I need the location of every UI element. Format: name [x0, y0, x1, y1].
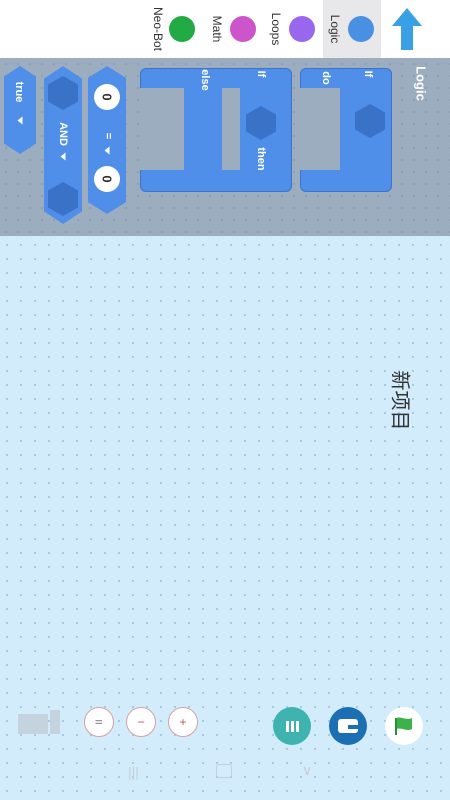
logic-color-dot	[348, 16, 374, 42]
arrow-up-icon	[392, 8, 422, 50]
zoom-out-button[interactable]: −	[126, 707, 156, 737]
else-label: else	[199, 69, 211, 91]
chevron-down-icon	[104, 146, 110, 155]
zoom-out-icon: −	[137, 715, 145, 729]
flyout-title: Logic	[413, 66, 429, 101]
category-neobot[interactable]: Neo-Bot	[146, 0, 204, 58]
connect-button[interactable]	[329, 707, 367, 745]
then-label: then	[255, 147, 267, 171]
if-label: If	[255, 70, 267, 78]
device-list-button[interactable]	[273, 707, 311, 745]
controller-icon	[338, 719, 358, 733]
category-label: Neo-Bot	[151, 6, 165, 52]
zoom-in-button[interactable]: +	[168, 707, 198, 737]
neobot-color-dot	[169, 16, 195, 42]
chevron-down-icon	[17, 116, 23, 125]
right-value: 0	[99, 175, 115, 183]
block-flyout: Logic If do If then else 0 = 0 AND true	[0, 58, 450, 236]
category-label: Math	[210, 15, 224, 43]
back-nav-icon[interactable]: ∨	[302, 762, 312, 779]
category-loops[interactable]: Loops	[264, 0, 322, 58]
bars-icon	[286, 721, 299, 732]
recent-apps-icon[interactable]: |||	[128, 764, 139, 780]
category-label: Loops	[269, 12, 283, 46]
if-label: If	[362, 70, 374, 78]
category-bar: Logic Loops Math Neo-Bot	[0, 0, 450, 58]
left-operand-input[interactable]: 0	[94, 84, 120, 110]
green-flag-button[interactable]	[385, 707, 423, 745]
back-button[interactable]	[382, 0, 432, 58]
pause-button[interactable]: II	[84, 707, 114, 737]
category-label: Logic	[328, 14, 342, 44]
trash-icon[interactable]	[18, 710, 60, 734]
project-title[interactable]: 新项目	[388, 361, 417, 441]
category-math[interactable]: Math	[205, 0, 263, 58]
math-color-dot	[230, 16, 256, 42]
flag-icon	[395, 717, 412, 735]
and-operator[interactable]: AND	[57, 114, 69, 154]
operator-dropdown[interactable]: =	[102, 126, 114, 146]
home-icon[interactable]	[216, 764, 232, 778]
zoom-in-icon: +	[179, 715, 187, 729]
do-label: do	[320, 71, 332, 85]
left-value: 0	[99, 93, 115, 101]
loops-color-dot	[289, 16, 315, 42]
pause-icon: II	[93, 719, 104, 725]
right-operand-input[interactable]: 0	[94, 166, 120, 192]
boolean-value: true	[13, 81, 25, 103]
chevron-down-icon	[60, 152, 66, 161]
category-logic[interactable]: Logic	[323, 0, 381, 58]
